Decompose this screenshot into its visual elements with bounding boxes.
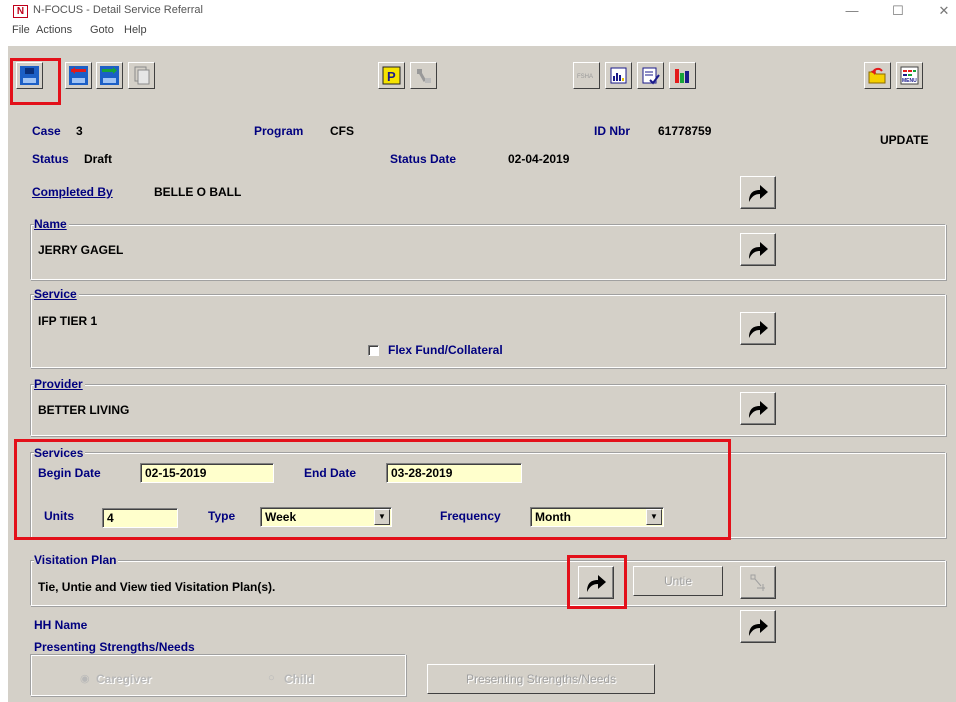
save-icon (20, 66, 39, 85)
visitation-plan-text: Tie, Untie and View tied Visitation Plan… (38, 580, 276, 594)
provider-arrow-button[interactable] (740, 392, 776, 425)
fsha-button[interactable]: FSHA (573, 62, 600, 89)
chevron-down-icon[interactable]: ▼ (374, 509, 390, 525)
report-button[interactable] (605, 62, 632, 89)
status-date-label: Status Date (390, 152, 457, 166)
program-label: Program (254, 124, 304, 138)
swap-button[interactable] (65, 62, 92, 89)
frequency-select[interactable]: Month ▼ (530, 507, 664, 527)
menu-help[interactable]: Help (124, 24, 147, 36)
visitation-disabled-button[interactable] (740, 566, 776, 599)
minimize-button[interactable]: — (838, 2, 866, 20)
menu-button[interactable]: MENU (896, 62, 923, 89)
maximize-button[interactable]: ☐ (884, 2, 912, 20)
presenting-strengths-label: Presenting Strengths/Needs (34, 640, 195, 654)
presenting-strengths-button[interactable]: Presenting Strengths/Needs (427, 664, 655, 694)
fsha-icon: FSHA (577, 74, 593, 80)
mode-indicator: UPDATE (880, 133, 929, 147)
flex-fund-checkbox[interactable] (368, 345, 379, 356)
flex-fund-label: Flex Fund/Collateral (388, 343, 503, 357)
menu-goto[interactable]: Goto (90, 24, 114, 36)
provider-value: BETTER LIVING (38, 403, 130, 417)
visitation-arrow-button[interactable] (578, 566, 614, 599)
provider-link[interactable]: Provider (34, 377, 85, 391)
tools-icon (417, 69, 431, 83)
type-select[interactable]: Week ▼ (260, 507, 392, 527)
svg-text:MENU: MENU (902, 78, 917, 84)
tools-button[interactable] (410, 62, 437, 89)
completed-by-value: BELLE O BALL (154, 185, 242, 199)
forward-arrow-icon (749, 242, 768, 259)
visitation-plan-label: Visitation Plan (34, 553, 119, 567)
p-button[interactable]: P (378, 62, 405, 89)
chevron-down-icon[interactable]: ▼ (646, 509, 662, 525)
units-field[interactable]: 4 (102, 508, 178, 528)
caregiver-radio-label: Caregiver (96, 672, 152, 686)
open-folder-button[interactable] (864, 62, 891, 89)
svg-text:FSHA: FSHA (577, 74, 593, 80)
chart-icon (675, 69, 689, 83)
id-nbr-label: ID Nbr (594, 124, 630, 138)
caregiver-radio-dot[interactable]: ◉ (80, 672, 90, 685)
p-icon: P (382, 66, 401, 85)
completed-by-link[interactable]: Completed By (32, 185, 113, 199)
status-label: Status (32, 152, 69, 166)
menu-file[interactable]: File (12, 24, 30, 36)
case-value: 3 (76, 124, 83, 138)
forward-arrow-icon (749, 619, 768, 636)
forward-arrow-icon (587, 575, 606, 592)
begin-date-label: Begin Date (38, 466, 101, 480)
end-date-field[interactable]: 03-28-2019 (386, 463, 522, 483)
untie-button[interactable]: Untie (633, 566, 723, 596)
name-link[interactable]: Name (34, 217, 69, 231)
name-arrow-button[interactable] (740, 233, 776, 266)
hh-name-label: HH Name (34, 618, 88, 632)
status-value: Draft (84, 152, 113, 166)
name-group (30, 224, 946, 280)
service-value: IFP TIER 1 (38, 314, 98, 328)
forward-arrow-icon (749, 401, 768, 418)
checklist-icon (642, 67, 660, 85)
service-link[interactable]: Service (34, 287, 79, 301)
provider-group (30, 384, 946, 436)
copy-button[interactable] (128, 62, 155, 89)
chart-button[interactable] (669, 62, 696, 89)
svg-text:P: P (387, 69, 396, 84)
menu-actions[interactable]: Actions (36, 24, 72, 36)
app-logo-icon: N (13, 5, 28, 18)
menu-icon: MENU (900, 66, 919, 85)
services-label: Services (34, 446, 86, 460)
save-button[interactable] (16, 62, 43, 89)
frequency-label: Frequency (440, 509, 501, 523)
forward-arrow-icon (749, 185, 768, 202)
swap-icon (69, 66, 88, 85)
report-icon (610, 67, 627, 84)
type-label: Type (208, 509, 236, 523)
program-value: CFS (330, 124, 354, 138)
child-radio-dot[interactable]: ○ (268, 672, 275, 684)
begin-date-field[interactable]: 02-15-2019 (140, 463, 274, 483)
case-label: Case (32, 124, 61, 138)
checklist-button[interactable] (637, 62, 664, 89)
close-button[interactable]: ✕ (930, 2, 956, 20)
hh-name-arrow-button[interactable] (740, 610, 776, 643)
units-label: Units (44, 509, 74, 523)
frequency-select-value: Month (535, 510, 571, 524)
next-icon (100, 66, 119, 85)
id-nbr-value: 61778759 (658, 124, 712, 138)
type-select-value: Week (265, 510, 297, 524)
open-folder-icon (868, 67, 886, 84)
completed-by-arrow-button[interactable] (740, 176, 776, 209)
name-value: JERRY GAGEL (38, 243, 124, 257)
service-arrow-button[interactable] (740, 312, 776, 345)
next-button[interactable] (96, 62, 123, 89)
child-radio-label: Child (284, 672, 314, 686)
window-title: N-FOCUS - Detail Service Referral (33, 4, 203, 16)
tie-icon (750, 574, 765, 591)
forward-arrow-icon (749, 321, 768, 338)
end-date-label: End Date (304, 466, 357, 480)
status-date-value: 02-04-2019 (508, 152, 570, 166)
copy-icon (134, 66, 150, 85)
